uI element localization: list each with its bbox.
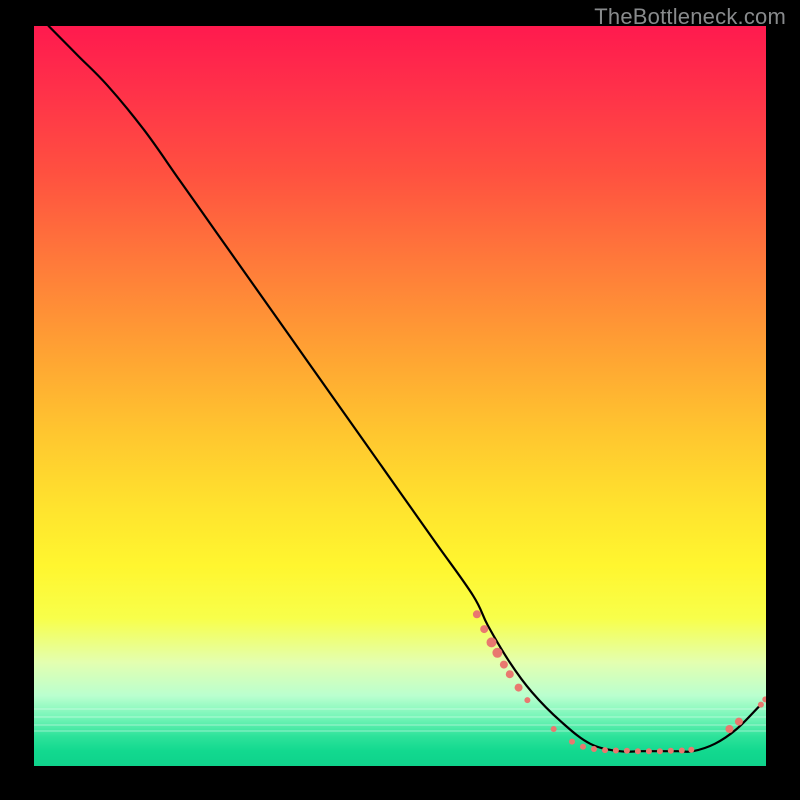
data-point [635,748,641,754]
data-point [480,625,488,633]
data-point [624,748,630,754]
data-point [758,702,764,708]
data-point [487,637,497,647]
plot-area [34,26,766,766]
data-point [500,661,508,669]
data-point [735,718,743,726]
data-points [473,610,766,754]
data-point [524,697,530,703]
data-point [473,610,481,618]
data-point [591,746,597,752]
data-point [688,747,694,753]
data-point [551,726,557,732]
data-point [515,684,523,692]
data-point [569,739,575,745]
chart-frame: TheBottleneck.com [0,0,800,800]
chart-svg [34,26,766,766]
data-point [762,696,766,702]
data-point [506,670,514,678]
data-point [725,725,733,733]
data-point [646,748,652,754]
data-point [679,748,685,754]
data-point [602,747,608,753]
data-point [613,748,619,754]
data-point [492,648,502,658]
data-point [668,748,674,754]
data-point [580,744,586,750]
series-curve [49,26,759,752]
data-point [657,748,663,754]
